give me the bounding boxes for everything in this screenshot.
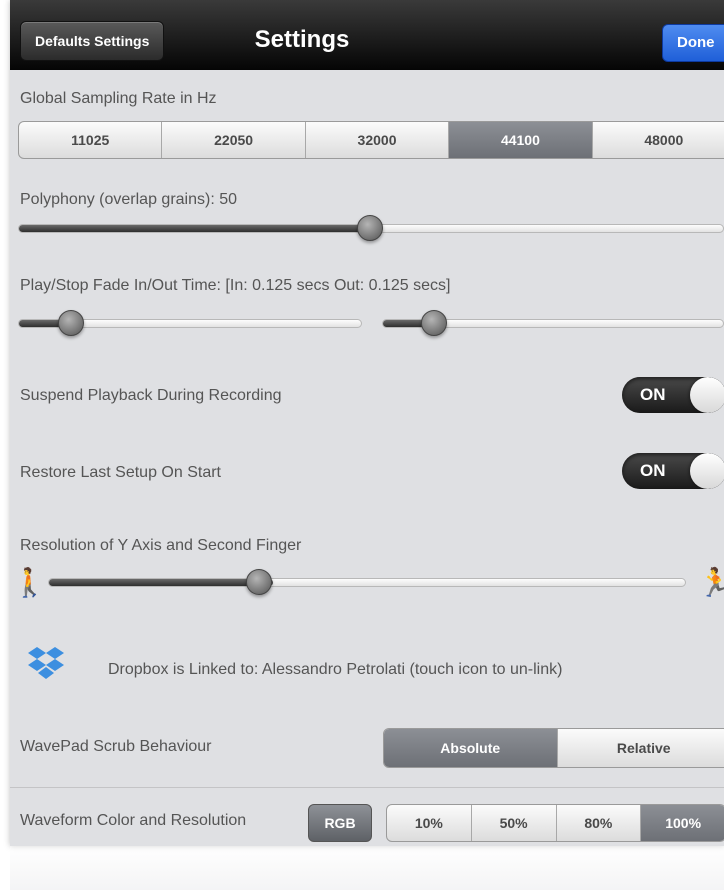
scrub-behaviour-label: WavePad Scrub Behaviour xyxy=(20,738,212,755)
fade-out-slider-thumb[interactable] xyxy=(421,310,447,336)
resolution-label: Resolution of Y Axis and Second Finger xyxy=(20,537,302,554)
polyphony-label: Polyphony (overlap grains): 50 xyxy=(20,191,238,208)
waveform-resolution-control: 10% 50% 80% 100% xyxy=(386,804,724,842)
waveform-option-50[interactable]: 50% xyxy=(470,805,556,841)
polyphony-slider-thumb[interactable] xyxy=(357,215,383,241)
suspend-playback-label: Suspend Playback During Recording xyxy=(20,387,282,404)
defaults-settings-button[interactable]: Defaults Settings xyxy=(20,21,165,61)
waveform-label: Waveform Color and Resolution xyxy=(20,812,247,829)
toggle-knob xyxy=(690,453,724,489)
sampling-rate-control: 11025 22050 32000 44100 48000 xyxy=(18,121,724,159)
scrub-option-relative[interactable]: Relative xyxy=(556,729,724,767)
resolution-slider-track[interactable] xyxy=(48,578,686,587)
suspend-playback-toggle[interactable]: ON xyxy=(622,377,724,413)
settings-panel: Defaults Settings Settings Done Global S… xyxy=(10,0,724,846)
restore-setup-label: Restore Last Setup On Start xyxy=(20,464,221,481)
fade-in-slider-thumb[interactable] xyxy=(58,310,84,336)
suspend-toggle-text: ON xyxy=(640,385,666,404)
waveform-option-80[interactable]: 80% xyxy=(555,805,641,841)
sampling-option-32000[interactable]: 32000 xyxy=(304,122,448,158)
panel-reflection xyxy=(10,846,724,890)
scrub-option-absolute[interactable]: Absolute xyxy=(384,729,557,767)
scrub-behaviour-control: Absolute Relative xyxy=(383,728,724,768)
resolution-slider-thumb[interactable] xyxy=(246,569,272,595)
reflection-gradient xyxy=(10,846,724,890)
waveform-option-100[interactable]: 100% xyxy=(640,805,724,841)
sampling-rate-label: Global Sampling Rate in Hz xyxy=(20,90,217,107)
fade-time-label: Play/Stop Fade In/Out Time: [In: 0.125 s… xyxy=(20,277,451,294)
resolution-slider-fill xyxy=(49,579,273,586)
dropbox-icon[interactable] xyxy=(26,646,66,682)
done-button[interactable]: Done xyxy=(662,24,724,62)
sampling-option-44100[interactable]: 44100 xyxy=(448,122,592,158)
walking-person-icon: 🚶 xyxy=(12,567,47,598)
section-divider xyxy=(10,787,724,788)
sampling-option-11025[interactable]: 11025 xyxy=(19,122,161,158)
toggle-knob xyxy=(690,377,724,413)
waveform-option-10[interactable]: 10% xyxy=(387,805,471,841)
restore-toggle-text: ON xyxy=(640,461,666,480)
dropbox-link-text: Dropbox is Linked to: Alessandro Petrola… xyxy=(108,661,563,678)
restore-setup-toggle[interactable]: ON xyxy=(622,453,724,489)
polyphony-slider-fill xyxy=(19,225,371,232)
running-person-icon: 🏃 xyxy=(698,567,724,598)
rgb-color-button[interactable]: RGB xyxy=(308,804,372,842)
sampling-option-22050[interactable]: 22050 xyxy=(161,122,304,158)
navigation-bar: Defaults Settings Settings Done xyxy=(10,0,724,70)
page-title-text: Settings xyxy=(254,26,350,53)
sampling-option-48000[interactable]: 48000 xyxy=(591,122,724,158)
